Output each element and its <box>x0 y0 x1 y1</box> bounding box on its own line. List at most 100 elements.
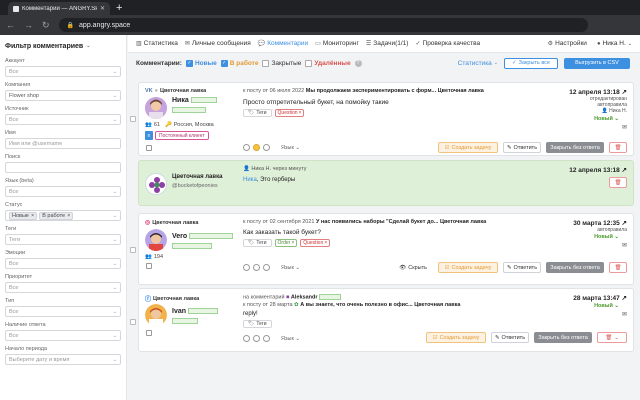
filter-field[interactable]: Flower shop ⌄ <box>5 90 121 101</box>
author-name[interactable]: Vero <box>172 233 234 240</box>
filter-in-progress[interactable]: ✓ В работе <box>220 59 258 67</box>
export-csv-button[interactable]: Выгрузить в CSV <box>564 57 630 69</box>
block-icon[interactable] <box>146 263 152 269</box>
language-select[interactable]: Язык ⌄ <box>281 145 300 151</box>
delete-button[interactable]: 🗑 <box>609 262 627 273</box>
help-icon[interactable]: ? <box>354 59 362 67</box>
select-checkbox[interactable] <box>130 116 136 122</box>
status-badge[interactable]: Новый ⌄ <box>594 234 619 240</box>
filter-field[interactable]: Новые × В работе × ⌄ <box>5 210 121 221</box>
nav-user[interactable]: ● Ника Н. ⌄ <box>597 40 632 47</box>
filter-field[interactable]: Все ⌄ <box>5 114 121 125</box>
close-without-reply-button[interactable]: Закрыть без ответа <box>546 142 604 153</box>
create-task-button[interactable]: ☑ Создать задачу <box>438 142 498 153</box>
envelope-icon[interactable]: ✉ <box>622 242 627 249</box>
status-badge[interactable]: Новый ⌄ <box>594 116 619 122</box>
author-name[interactable]: Ivan <box>172 308 218 315</box>
new-tab-icon[interactable]: + <box>116 2 122 15</box>
filter-closed[interactable]: Закрытые <box>262 59 301 67</box>
emotion-positive-icon[interactable] <box>263 264 270 271</box>
block-icon[interactable] <box>146 145 152 151</box>
create-task-button[interactable]: ☑ Создать задачу <box>426 332 486 343</box>
nav-settings[interactable]: ⚙ Настройки <box>548 40 587 47</box>
emotion-negative-icon[interactable] <box>243 335 250 342</box>
reply-button[interactable]: ✎ Ответить <box>503 262 541 273</box>
avatar[interactable] <box>145 229 167 251</box>
select-checkbox[interactable] <box>130 319 136 325</box>
filter-field[interactable]: Все ⌄ <box>5 258 121 269</box>
nav-quality[interactable]: ✓ Проверка качества <box>415 40 480 47</box>
block-icon[interactable] <box>146 330 152 336</box>
post-reference-2[interactable]: к посту от 28 марта ✿ А вы знаете, что о… <box>243 302 460 308</box>
close-icon[interactable]: × <box>67 213 70 219</box>
emotion-positive-icon[interactable] <box>263 144 270 151</box>
reload-icon[interactable]: ↻ <box>42 20 50 31</box>
tag-question[interactable]: Question × <box>274 109 305 117</box>
external-link-icon[interactable]: ↗ <box>622 220 627 227</box>
emotion-neutral-icon[interactable] <box>253 144 260 151</box>
nav-messages[interactable]: ✉ Личные сообщения <box>185 40 251 47</box>
filter-field[interactable]: Теги ⌄ <box>5 234 121 245</box>
tag-question[interactable]: Question × <box>300 239 331 247</box>
address-bar[interactable]: 🔒 app.angry.space <box>58 18 588 32</box>
nav-comments[interactable]: 💬 Комментарии <box>258 40 308 47</box>
reply-date[interactable]: 12 апреля 13:18 ↗ <box>569 166 627 174</box>
close-icon[interactable]: × <box>324 240 327 246</box>
filter-field[interactable]: Выберите дату и время ⌄ <box>5 354 121 365</box>
statistics-dropdown[interactable]: Статистика ⌄ <box>458 60 498 67</box>
client-tag[interactable]: Постоянный клиент <box>155 131 209 140</box>
filter-field[interactable]: Все ⌄ <box>5 330 121 341</box>
tags-button[interactable]: 🏷 Теги <box>243 239 272 247</box>
nav-statistics[interactable]: ▥ Статистика <box>136 40 178 47</box>
emotion-neutral-icon[interactable] <box>253 335 260 342</box>
author-name[interactable]: Ника <box>172 97 217 104</box>
comment-date[interactable]: 30 марта 12:35 ↗ <box>573 219 627 227</box>
close-icon[interactable]: × <box>31 213 34 219</box>
emotion-negative-icon[interactable] <box>243 264 250 271</box>
status-chip[interactable]: Новые × <box>9 211 38 220</box>
forward-icon[interactable]: → <box>24 20 33 30</box>
delete-button[interactable]: 🗑 <box>609 142 627 153</box>
external-link-icon[interactable]: ↗ <box>622 89 627 96</box>
checkbox-checked-icon[interactable]: ✓ <box>220 59 228 67</box>
post-reference[interactable]: к посту от 06 июля 2022 Мы продолжаем эк… <box>243 88 484 94</box>
hide-button[interactable]: 👁 Скрыть <box>399 265 427 271</box>
nav-tasks[interactable]: ☰ Задачи(1/1) <box>366 40 409 47</box>
close-all-button[interactable]: ✓ Закрыть все <box>504 57 558 69</box>
status-chip[interactable]: В работе × <box>39 211 74 220</box>
language-select[interactable]: Язык ⌄ <box>281 336 300 342</box>
language-select[interactable]: Язык ⌄ <box>281 265 300 271</box>
filter-field[interactable]: Все ⌄ <box>5 66 121 77</box>
tags-button[interactable]: 🏷 Теги <box>243 320 272 328</box>
comment-date[interactable]: 12 апреля 13:18 ↗ <box>569 88 627 96</box>
status-badge[interactable]: Новый ⌄ <box>594 303 619 309</box>
list-icon[interactable]: ≡ <box>145 131 153 140</box>
delete-button[interactable]: 🗑 ⌄ <box>597 332 627 343</box>
filter-new[interactable]: ✓ Новые <box>185 59 217 67</box>
emotion-negative-icon[interactable] <box>243 144 250 151</box>
emotion-positive-icon[interactable] <box>263 335 270 342</box>
filter-field[interactable]: Все ⌄ <box>5 306 121 317</box>
tab-close-icon[interactable]: ✕ <box>100 5 105 12</box>
close-icon[interactable]: × <box>291 240 294 246</box>
envelope-icon[interactable]: ✉ <box>622 124 627 131</box>
reply-button[interactable]: ✎ Ответить <box>503 142 541 153</box>
close-without-reply-button[interactable]: Закрыть без ответа <box>546 262 604 273</box>
nav-monitoring[interactable]: ▭ Мониторинг <box>315 40 359 47</box>
filter-title[interactable]: Фильтр комментариев ⌄ <box>5 39 121 53</box>
select-checkbox[interactable] <box>130 247 136 253</box>
avatar[interactable] <box>145 304 167 326</box>
delete-button[interactable]: 🗑 <box>609 177 627 188</box>
post-reference[interactable]: к посту от 02 сентября 2021 У нас появил… <box>243 219 486 225</box>
filter-field[interactable]: Все ⌄ <box>5 282 121 293</box>
tags-button[interactable]: 🏷 Теги <box>243 109 272 117</box>
external-link-icon[interactable]: ↗ <box>622 295 627 302</box>
comment-date[interactable]: 28 марта 13:47 ↗ <box>573 294 627 302</box>
emotion-neutral-icon[interactable] <box>253 264 260 271</box>
checkbox-icon[interactable] <box>262 59 270 67</box>
tag-order[interactable]: Order × <box>274 239 298 247</box>
checkbox-icon[interactable] <box>305 59 313 67</box>
close-icon[interactable]: × <box>299 110 302 116</box>
reply-button[interactable]: ✎ Ответить <box>491 332 529 343</box>
external-link-icon[interactable]: ↗ <box>622 167 627 174</box>
